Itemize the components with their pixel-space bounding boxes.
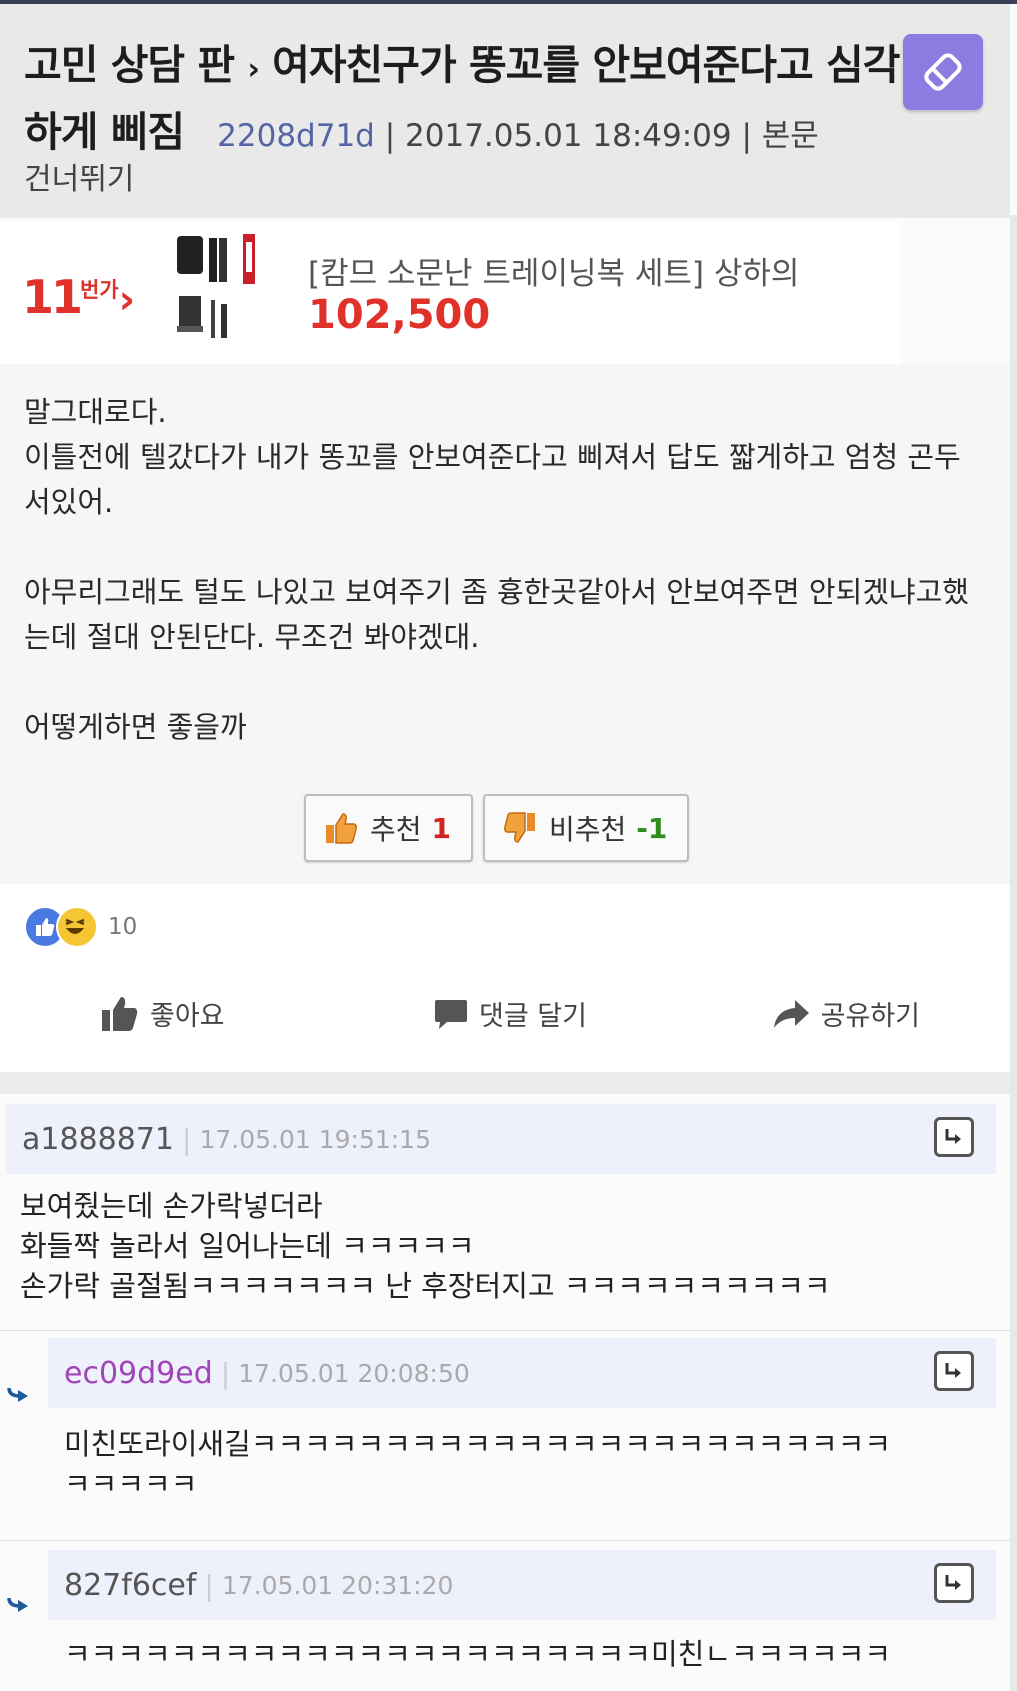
upvote-button[interactable]: 추천 1	[304, 794, 474, 862]
downvote-count: -1	[636, 811, 668, 845]
ad-banner[interactable]: 11번가› [캄므 소문난 트레이닝복 세트] 상하의 102,500	[0, 222, 900, 364]
facebook-social-bar: 10 좋아요 댓글 달기 공유하기	[0, 884, 1010, 1072]
comment-author[interactable]: 827f6cef	[64, 1568, 196, 1603]
reaction-count: 10	[108, 914, 138, 940]
comment-time: 17.05.01 20:08:50	[238, 1358, 470, 1388]
comment-header: a1888871 | 17.05.01 19:51:15	[6, 1104, 996, 1174]
post-datetime: 2017.05.01 18:49:09	[405, 118, 732, 154]
downvote-button[interactable]: 비추천 -1	[483, 794, 690, 862]
reply-arrow-icon	[945, 1129, 961, 1144]
comment-body: 미친또라이새길ㅋㅋㅋㅋㅋㅋㅋㅋㅋㅋㅋㅋㅋㅋㅋㅋㅋㅋㅋㅋㅋㅋㅋㅋ ㅋㅋㅋㅋㅋ	[64, 1427, 892, 1501]
comment-author[interactable]: a1888871	[22, 1122, 174, 1157]
share-label: 공유하기	[820, 1001, 920, 1032]
write-button[interactable]	[903, 34, 983, 110]
reply-button[interactable]	[934, 1563, 974, 1603]
post-content: 말그대로다. 이틀전에 텔갔다가 내가 똥꼬를 안보여준다고 삐져서 답도 짧게…	[24, 390, 984, 750]
post-title-block: 고민 상담 판 › 여자친구가 똥꼬를 안보여준다고 심각하게 삐짐 2208d…	[24, 34, 904, 167]
reply-arrow-icon	[945, 1363, 961, 1378]
post-line: 말그대로다.	[24, 395, 167, 429]
section-divider	[0, 1072, 1010, 1094]
comment-body: ㅋㅋㅋㅋㅋㅋㅋㅋㅋㅋㅋㅋㅋㅋㅋㅋㅋㅋㅋㅋㅋㅋ미친ㄴㅋㅋㅋㅋㅋㅋ	[64, 1637, 892, 1671]
comment-separator: |	[204, 1568, 214, 1602]
post-body: 말그대로다. 이틀전에 텔갔다가 내가 똥꼬를 안보여준다고 삐져서 답도 짧게…	[0, 364, 1010, 884]
ad-logo: 11번가›	[22, 270, 135, 324]
board-link[interactable]: 고민 상담 판	[24, 41, 235, 89]
post-header: 고민 상담 판 › 여자친구가 똥꼬를 안보여준다고 심각하게 삐짐 2208d…	[0, 4, 1010, 218]
reply-arrow-icon	[945, 1575, 961, 1590]
reply-button[interactable]	[934, 1117, 974, 1157]
comment-separator: |	[182, 1122, 192, 1156]
comment-time: 17.05.01 19:51:15	[199, 1124, 431, 1154]
speech-bubble-icon	[435, 999, 468, 1029]
like-button[interactable]: 좋아요	[0, 994, 373, 1033]
comment-button[interactable]: 댓글 달기	[373, 994, 646, 1033]
meta-separator: |	[384, 118, 396, 154]
share-button[interactable]: 공유하기	[647, 994, 1010, 1033]
pencil-eraser-icon	[924, 53, 962, 91]
breadcrumb-separator: ›	[247, 52, 259, 87]
post-author[interactable]: 2208d71d	[217, 118, 375, 154]
comment-header: 827f6cef | 17.05.01 20:31:20	[48, 1550, 996, 1620]
reply-button[interactable]	[934, 1351, 974, 1391]
haha-reaction-icon	[56, 906, 98, 948]
upvote-count: 1	[431, 811, 452, 845]
thumbs-down-icon	[503, 811, 537, 845]
like-label: 좋아요	[150, 1001, 225, 1032]
post-meta: 2208d71d | 2017.05.01 18:49:09 | 본문	[197, 118, 819, 154]
upvote-label: 추천	[370, 813, 422, 846]
nested-reply-arrow-icon	[7, 1387, 28, 1402]
ad-product-name: [캄므 소문난 트레이닝복 세트] 상하의	[308, 256, 800, 292]
comment-divider	[0, 1330, 1010, 1331]
comment-label: 댓글 달기	[479, 1001, 587, 1032]
reactions-summary[interactable]: 10	[24, 906, 137, 948]
skip-to-content-link[interactable]: 본문	[762, 118, 819, 154]
nested-reply-arrow-icon	[7, 1597, 28, 1612]
comment-body: 보여줬는데 손가락넣더라 화들짝 놀라서 일어나는데 ㅋㅋㅋㅋㅋ 손가락 골절됨…	[20, 1189, 831, 1303]
post-line: 아무리그래도 털도 나있고 보여주기 좀 흉한곳같아서 안보여주면 안되겠냐고했…	[24, 575, 969, 654]
thumbs-up-icon	[324, 811, 358, 845]
comment-author[interactable]: ec09d9ed	[64, 1356, 213, 1391]
comment-header: ec09d9ed | 17.05.01 20:08:50	[48, 1338, 996, 1408]
ad-product-price: 102,500	[308, 292, 491, 338]
share-arrow-icon	[773, 999, 809, 1028]
comment-divider	[0, 1540, 1010, 1541]
post-line: 이틀전에 텔갔다가 내가 똥꼬를 안보여준다고 삐져서 답도 짧게하고 엄청 곤…	[24, 440, 961, 519]
skip-to-content-link-cont[interactable]: 건너뛰기	[24, 154, 134, 198]
scrollbar-track[interactable]	[1010, 215, 1017, 1691]
comment-separator: |	[220, 1356, 231, 1390]
comment-time: 17.05.01 20:31:20	[221, 1570, 454, 1600]
vote-buttons: 추천 1 비추천 -1	[304, 794, 690, 862]
post-line: 어떻게하면 좋을까	[24, 710, 247, 744]
thumbs-up-icon	[102, 996, 138, 1031]
ad-product-image	[175, 234, 275, 354]
downvote-label: 비추천	[549, 813, 627, 846]
meta-separator: |	[741, 118, 752, 154]
social-actions: 좋아요 댓글 달기 공유하기	[0, 994, 1010, 1033]
